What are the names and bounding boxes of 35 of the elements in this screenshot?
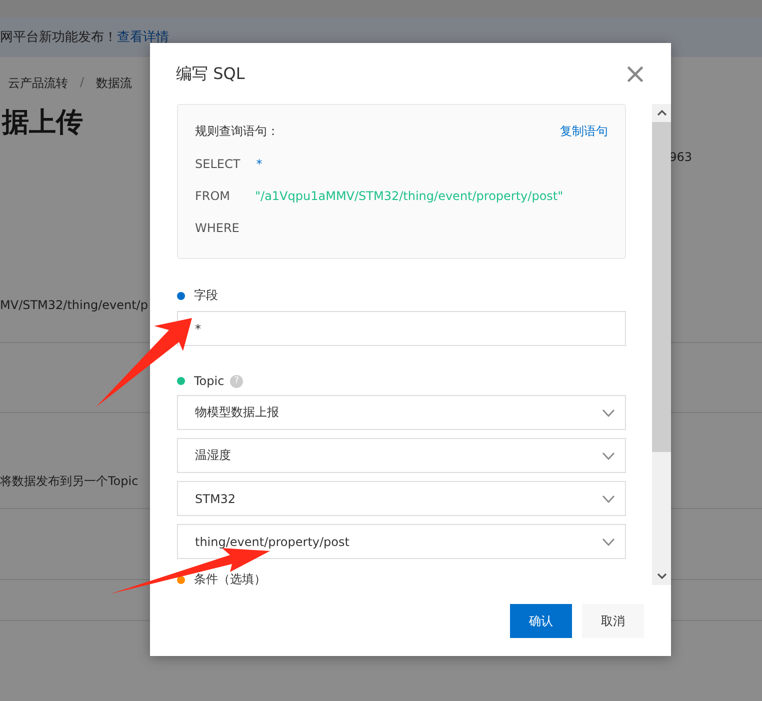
details-link[interactable]: 查看详情 (117, 28, 169, 46)
scroll-up-icon[interactable] (656, 109, 666, 117)
chevron-down-icon (602, 538, 615, 546)
topic-text: MV/STM32/thing/event/p (0, 298, 149, 312)
sql-value: "/a1Vqpu1aMMV/STM32/thing/event/property/post" (255, 188, 564, 204)
input-field[interactable]: * (177, 311, 626, 346)
field-label: Topic (194, 374, 224, 388)
cancel-button[interactable]: 取消 (582, 604, 644, 638)
field-label: 条件（选填） (194, 571, 266, 585)
breadcrumb-link[interactable]: 云产品流转 (8, 75, 68, 92)
scroll-down-icon[interactable] (656, 572, 666, 580)
page-heading: 据上传 (2, 106, 83, 140)
field-label: 字段 (194, 287, 218, 304)
confirm-button[interactable]: 确认 (510, 604, 572, 638)
chevron-down-icon (602, 452, 615, 460)
sql-keyword: SELECT (195, 156, 240, 172)
scroll-thumb[interactable] (652, 122, 671, 452)
query-label: 规则查询语句： (195, 123, 279, 140)
chevron-down-icon (602, 494, 615, 502)
select-field[interactable]: 物模型数据上报 (177, 395, 626, 430)
scrollbar[interactable] (652, 104, 671, 585)
sql-keyword: WHERE (195, 220, 240, 236)
close-button[interactable]: × (624, 60, 647, 88)
breadcrumb-link[interactable]: 数据流 (96, 75, 132, 92)
select-field[interactable]: 温湿度 (177, 438, 626, 473)
description-text: 将数据发布到另一个Topic (0, 473, 140, 490)
breadcrumb-separator: / (80, 75, 84, 91)
dialog-title: 编写 SQL (176, 64, 245, 84)
sql-value: * (256, 156, 262, 172)
notice-text: 网平台新功能发布！ (0, 29, 117, 46)
chevron-down-icon (602, 408, 615, 416)
copy-link[interactable]: 复制语句 (560, 123, 608, 140)
select-field[interactable]: thing/event/property/post (177, 524, 626, 559)
sql-keyword: FROM (195, 188, 232, 204)
select-field[interactable]: STM32 (177, 481, 626, 516)
